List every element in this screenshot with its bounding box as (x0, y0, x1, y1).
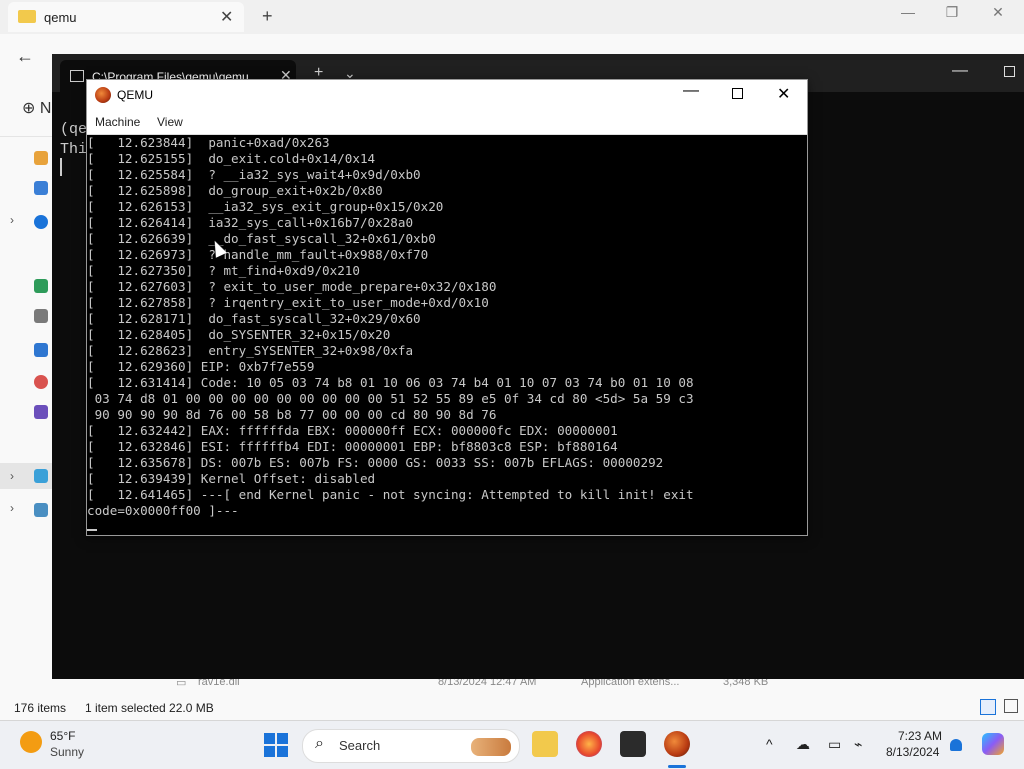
close-icon[interactable]: ✕ (777, 84, 790, 104)
sun-icon[interactable] (20, 731, 42, 753)
tiles-view-icon[interactable] (1004, 699, 1018, 713)
console-line: [ 12.635678] DS: 007b ES: 007b FS: 0000 … (87, 455, 664, 470)
maximize-icon[interactable] (732, 88, 743, 99)
minimize-icon[interactable]: — (893, 4, 923, 20)
cmd-icon (70, 70, 84, 82)
music-icon[interactable] (34, 375, 48, 389)
gallery-icon[interactable] (34, 181, 48, 195)
qemu-window: QEMU — ✕ Machine View [ 12.623844] panic… (86, 79, 808, 536)
documents-icon[interactable] (34, 309, 48, 323)
console-line: 90 90 90 90 8d 76 00 58 b8 77 00 00 00 c… (87, 407, 497, 422)
onedrive-icon[interactable] (34, 215, 48, 229)
navigation-pane: › › › (0, 137, 52, 697)
display-icon[interactable]: ▭ (828, 736, 841, 753)
this-pc-icon (34, 469, 48, 483)
console-line: [ 12.628171] do_fast_syscall_32+0x29/0x6… (87, 311, 421, 326)
new-button-label: N (39, 100, 52, 117)
console-line: [ 12.629360] EIP: 0xb7f7e559 (87, 359, 315, 374)
terminal-cursor (60, 158, 62, 176)
expand-chevron-icon[interactable]: › (10, 501, 14, 515)
minimize-icon[interactable]: — (683, 82, 699, 100)
taskbar-search-box[interactable]: ⌕ Search (302, 729, 520, 763)
back-arrow-icon[interactable]: ← (16, 46, 34, 67)
console-line: [ 12.623844] panic+0xad/0x263 (87, 135, 330, 150)
console-line: [ 12.626639] __do_fast_syscall_32+0x61/0… (87, 231, 436, 246)
close-tab-icon[interactable]: ✕ (220, 7, 233, 27)
downloads-icon[interactable] (34, 279, 48, 293)
pictures-icon[interactable] (34, 343, 48, 357)
copilot-icon[interactable] (982, 733, 1004, 755)
console-line: [ 12.632442] EAX: ffffffda EBX: 000000ff… (87, 423, 618, 438)
videos-icon[interactable] (34, 405, 48, 419)
search-highlight-icon (471, 738, 511, 756)
explorer-tab[interactable]: qemu ✕ (8, 2, 244, 32)
qemu-console[interactable]: [ 12.623844] panic+0xad/0x263[ 12.625155… (87, 135, 807, 535)
new-button[interactable]: ⊕ N (22, 98, 51, 118)
qemu-logo-icon (95, 87, 111, 103)
onedrive-offline-icon[interactable]: ☁ (796, 736, 810, 753)
firefox-taskbar-icon[interactable] (576, 731, 602, 757)
weather-temperature[interactable]: 65°F (50, 729, 75, 743)
terminal-taskbar-icon[interactable] (620, 731, 646, 757)
home-icon[interactable] (34, 151, 48, 165)
console-line: [ 12.641465] ---[ end Kernel panic - not… (87, 487, 694, 502)
menu-machine[interactable]: Machine (95, 115, 140, 129)
qemu-title-bar: QEMU — ✕ (87, 80, 807, 110)
console-line: [ 12.626153] __ia32_sys_exit_group+0x15/… (87, 199, 444, 214)
notification-bell-icon[interactable] (950, 739, 962, 751)
console-line: 03 74 d8 01 00 00 00 00 00 00 00 00 00 5… (87, 391, 694, 406)
folder-icon (18, 10, 36, 23)
details-view-icon[interactable] (980, 699, 996, 715)
console-line: [ 12.627350] ? mt_find+0xd9/0x210 (87, 263, 360, 278)
item-count: 176 items (14, 701, 67, 715)
qemu-menu-bar: Machine View (87, 110, 807, 135)
network-icon[interactable]: ⌁ (854, 736, 862, 753)
start-button[interactable] (264, 733, 288, 757)
console-line: [ 12.631414] Code: 10 05 03 74 b8 01 10 … (87, 375, 694, 390)
network-icon[interactable] (34, 503, 48, 517)
selection-info: 1 item selected 22.0 MB (85, 701, 214, 715)
console-line: [ 12.626973] ? handle_mm_fault+0x988/0xf… (87, 247, 429, 262)
console-line: [ 12.625155] do_exit.cold+0x14/0x14 (87, 151, 376, 166)
console-output: [ 12.623844] panic+0xad/0x263[ 12.625155… (87, 135, 694, 519)
console-line: code=0x0000ff00 ]--- (87, 503, 239, 518)
terminal-output: (qe Thi (60, 121, 88, 158)
explorer-status-bar: 176 items 1 item selected 22.0 MB (0, 696, 1024, 720)
file-explorer-taskbar-icon[interactable] (532, 731, 558, 757)
new-tab-button[interactable]: + (262, 6, 273, 27)
weather-description[interactable]: Sunny (50, 745, 84, 759)
taskbar: 65°F Sunny ⌕ Search ^ ☁ ▭ ⌁ 7:23 AM 8/13… (0, 720, 1024, 769)
console-line: [ 12.628623] entry_SYSENTER_32+0x98/0xfa (87, 343, 414, 358)
console-line: [ 12.625898] do_group_exit+0x2b/0x80 (87, 183, 383, 198)
qemu-taskbar-icon[interactable] (664, 731, 690, 757)
expand-chevron-icon[interactable]: › (10, 469, 14, 483)
search-label: Search (339, 738, 381, 753)
console-line: [ 12.626414] ia32_sys_call+0x16b7/0x28a0 (87, 215, 414, 230)
clock-date[interactable]: 8/13/2024 (886, 745, 939, 759)
maximize-icon[interactable] (1004, 66, 1015, 77)
menu-view[interactable]: View (157, 115, 183, 129)
console-line: [ 12.632846] ESI: ffffffb4 EDI: 00000001… (87, 439, 618, 454)
search-icon: ⌕ (315, 735, 324, 752)
minimize-icon[interactable]: — (952, 62, 968, 80)
explorer-tab-title: qemu (44, 10, 77, 25)
console-line: [ 12.627603] ? exit_to_user_mode_prepare… (87, 279, 497, 294)
qemu-title: QEMU (117, 88, 153, 102)
console-line: [ 12.627858] ? irqentry_exit_to_user_mod… (87, 295, 489, 310)
maximize-icon[interactable]: ❐ (937, 4, 967, 21)
console-line: [ 12.628405] do_SYSENTER_32+0x15/0x20 (87, 327, 391, 342)
console-cursor (87, 529, 97, 531)
console-line: [ 12.625584] ? __ia32_sys_wait4+0x9d/0xb… (87, 167, 421, 182)
console-line: [ 12.639439] Kernel Offset: disabled (87, 471, 376, 486)
close-icon[interactable]: ✕ (983, 4, 1013, 21)
show-hidden-icons-chevron[interactable]: ^ (766, 736, 773, 752)
expand-chevron-icon[interactable]: › (10, 213, 14, 227)
explorer-tab-bar: qemu ✕ + — ❐ ✕ (0, 0, 1024, 34)
clock-time[interactable]: 7:23 AM (898, 729, 942, 743)
